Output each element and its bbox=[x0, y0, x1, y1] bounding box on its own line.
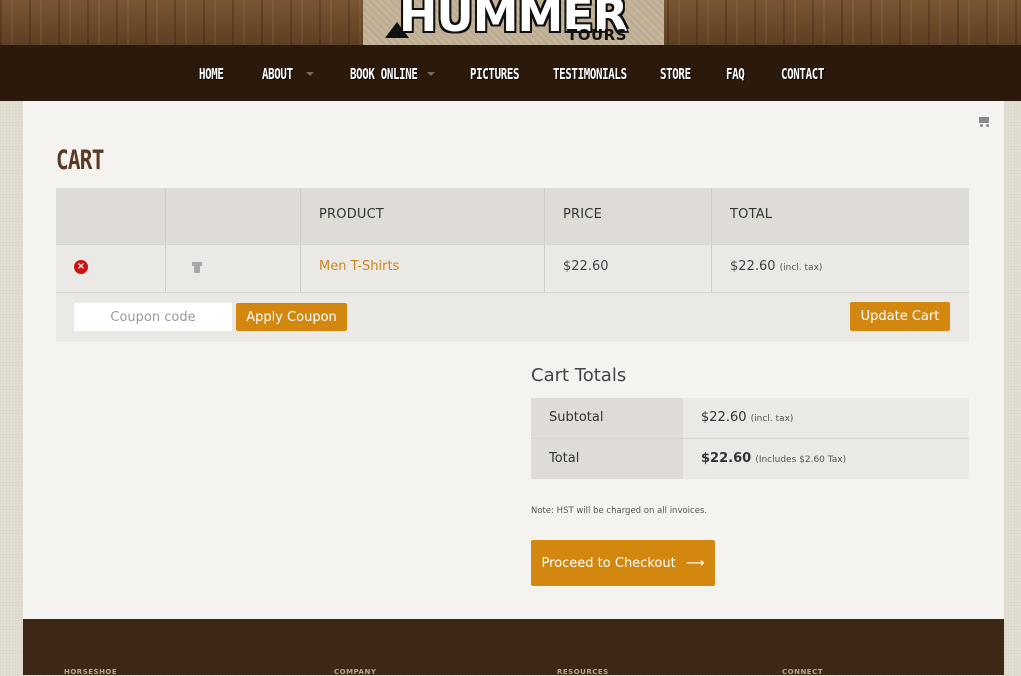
column-divider bbox=[711, 188, 712, 292]
column-header-product: PRODUCT bbox=[319, 207, 385, 222]
total-label-cell: Total bbox=[531, 439, 683, 479]
item-total: $22.60 (incl. tax) bbox=[730, 259, 822, 274]
tshirt-thumbnail-icon[interactable] bbox=[192, 259, 202, 274]
item-total-note: (incl. tax) bbox=[779, 263, 823, 273]
column-header-total: TOTAL bbox=[730, 207, 773, 222]
nav-item-about[interactable]: ABOUT bbox=[262, 63, 293, 85]
column-divider bbox=[544, 188, 545, 292]
subtotal-label-cell: Subtotal bbox=[531, 398, 683, 438]
cart-totals-table: Subtotal $22.60 (incl. tax) Total $22.60… bbox=[531, 398, 969, 479]
total-value: $22.60 (Includes $2.60 Tax) bbox=[701, 451, 846, 466]
column-divider bbox=[165, 188, 166, 292]
subtotal-value-cell: $22.60 (incl. tax) bbox=[683, 398, 969, 438]
remove-item-icon[interactable]: × bbox=[74, 260, 88, 274]
subtotal-note: (incl. tax) bbox=[750, 414, 794, 424]
column-header-price: PRICE bbox=[563, 207, 602, 222]
coupon-code-input[interactable] bbox=[74, 303, 232, 331]
main-navigation: HOME ABOUT BOOK ONLINE PICTURES TESTIMON… bbox=[0, 45, 1021, 101]
table-header-row bbox=[56, 188, 969, 244]
row-divider bbox=[56, 292, 969, 293]
row-divider bbox=[56, 244, 969, 245]
subtotal-amount: $22.60 bbox=[701, 410, 747, 425]
total-amount: $22.60 bbox=[701, 451, 752, 466]
item-total-value: $22.60 bbox=[730, 259, 776, 274]
cart-table: PRODUCT PRICE TOTAL × Men T-Shirts $22.6… bbox=[56, 188, 969, 342]
nav-item-pictures[interactable]: PICTURES bbox=[470, 63, 520, 85]
total-tax-note: (Includes $2.60 Tax) bbox=[755, 455, 847, 465]
cart-icon[interactable] bbox=[978, 116, 992, 127]
item-price: $22.60 bbox=[563, 259, 609, 274]
logo-sub-text: TOURS bbox=[567, 26, 628, 44]
tax-note: Note: HST will be charged on all invoice… bbox=[531, 506, 708, 516]
nav-item-testimonials[interactable]: TESTIMONIALS bbox=[553, 63, 627, 85]
nav-item-faq[interactable]: FAQ bbox=[726, 63, 745, 85]
subtotal-label: Subtotal bbox=[549, 410, 604, 425]
nav-item-book-online[interactable]: BOOK ONLINE bbox=[350, 63, 418, 85]
nav-item-store[interactable]: STORE bbox=[660, 63, 691, 85]
nav-item-home[interactable]: HOME bbox=[199, 63, 224, 85]
checkout-label: Proceed to Checkout bbox=[541, 555, 676, 571]
chevron-down-icon bbox=[427, 72, 435, 76]
arrow-right-icon: ⟶ bbox=[685, 555, 705, 571]
product-link[interactable]: Men T-Shirts bbox=[319, 259, 399, 274]
update-cart-button[interactable]: Update Cart bbox=[850, 302, 950, 331]
nav-item-contact[interactable]: CONTACT bbox=[781, 63, 824, 85]
page-title: CART bbox=[56, 145, 104, 176]
total-value-cell: $22.60 (Includes $2.60 Tax) bbox=[683, 439, 969, 479]
cart-totals-title: Cart Totals bbox=[531, 365, 627, 386]
subtotal-value: $22.60 (incl. tax) bbox=[701, 410, 793, 425]
proceed-to-checkout-button[interactable]: Proceed to Checkout ⟶ bbox=[531, 540, 715, 586]
apply-coupon-button[interactable]: Apply Coupon bbox=[236, 303, 347, 331]
total-label: Total bbox=[549, 451, 580, 466]
chevron-down-icon bbox=[306, 72, 314, 76]
site-logo[interactable]: HUMMER TOURS bbox=[363, 0, 664, 45]
main-content: CART PRODUCT PRICE TOTAL × Men T-Shirts … bbox=[23, 101, 1004, 619]
site-footer: HORSESHOE COMPANY RESOURCES CONNECT bbox=[23, 619, 1004, 676]
column-divider bbox=[300, 188, 301, 292]
